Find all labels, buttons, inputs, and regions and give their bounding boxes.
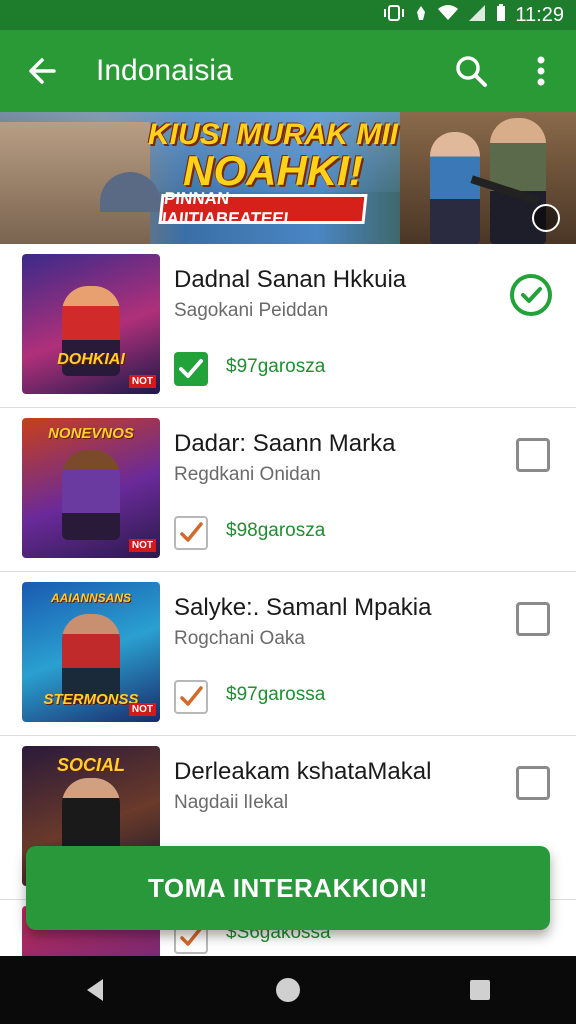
wifi-icon <box>437 4 459 27</box>
promo-banner[interactable]: KIUSI MURAK MII NOAHKI! PINNAN IAIITIABE… <box>0 112 576 244</box>
thumb-hot-badge: NOT <box>128 539 156 552</box>
item-thumbnail: NONEVNOS NOT <box>22 418 160 558</box>
system-nav-bar <box>0 956 576 1024</box>
thumb-caption: NONEVNOS <box>48 425 134 442</box>
check-icon <box>179 359 203 378</box>
banner-headline-line2: NOAHKI! <box>183 147 363 194</box>
back-button[interactable] <box>0 30 84 112</box>
thumb-caption: AAIANNSANS <box>50 591 131 605</box>
list-item[interactable]: AAIANNSANS STERMONSS NOT Salyke:. Samanl… <box>0 572 576 736</box>
battery-icon <box>495 3 507 27</box>
banner-headline: KIUSI MURAK MII NOAHKI! <box>148 120 398 192</box>
item-subtitle: Sagokani Peiddan <box>174 300 329 321</box>
more-vert-icon <box>537 56 545 86</box>
item-select-checkbox[interactable] <box>516 602 550 636</box>
arrow-back-icon <box>29 58 56 84</box>
page-title: Indonaisia <box>96 54 233 87</box>
vibrate-icon <box>383 4 405 27</box>
list-item[interactable]: NONEVNOS NOT Dadar: Saann Marka Regdkani… <box>0 408 576 572</box>
thumb-caption: SOCIAL <box>56 755 125 775</box>
nav-back-button[interactable] <box>66 960 126 1020</box>
banner-badge-icon <box>532 204 560 232</box>
overflow-menu-button[interactable] <box>506 30 576 112</box>
item-checkbox[interactable] <box>174 352 208 386</box>
thumb-caption: DOHKIAI <box>57 351 125 368</box>
item-subtitle: Rogchani Oaka <box>174 628 305 649</box>
check-circle-icon <box>521 287 542 303</box>
app-bar: Indonaisia <box>0 30 576 112</box>
primary-action-button[interactable]: TOMA INTERAKKION! <box>26 846 550 930</box>
item-subtitle: Regdkani Onidan <box>174 464 321 485</box>
status-icons <box>383 3 507 27</box>
banner-character-1 <box>430 132 480 244</box>
banner-tag: PINNAN IAIITIABEATEEL <box>158 189 368 228</box>
item-select-checkbox[interactable] <box>516 766 550 800</box>
alarm-icon <box>413 4 429 27</box>
circle-home-icon <box>276 978 300 1002</box>
item-checkbox[interactable] <box>174 516 208 550</box>
item-price: $97garosza <box>226 356 326 377</box>
nav-recents-button[interactable] <box>450 960 510 1020</box>
item-thumbnail: AAIANNSANS STERMONSS NOT <box>22 582 160 722</box>
search-button[interactable] <box>436 30 506 112</box>
item-select-toggle[interactable] <box>510 274 552 316</box>
item-name: Salyke:. Samanl Mpakia <box>174 594 432 621</box>
item-select-checkbox[interactable] <box>516 438 550 472</box>
item-name: Dadnal Sanan Hkkuia <box>174 266 407 293</box>
check-icon <box>180 686 203 706</box>
item-checkbox[interactable] <box>174 680 208 714</box>
thumb-hot-badge: NOT <box>128 703 156 716</box>
item-thumbnail: DOHKIAI NOT <box>22 254 160 394</box>
item-price: $97garossa <box>226 684 326 705</box>
search-icon <box>456 56 487 87</box>
item-name: Dadar: Saann Marka <box>174 430 396 457</box>
thumb-hot-badge: NOT <box>128 375 156 388</box>
triangle-back-icon <box>87 979 103 1001</box>
thumb-character <box>62 450 120 540</box>
status-time: 11:29 <box>515 3 564 26</box>
nav-home-button[interactable] <box>258 960 318 1020</box>
list-item[interactable]: DOHKIAI NOT Dadnal Sanan Hkkuia Sagokani… <box>0 244 576 408</box>
item-name: Derleakam kshataMakal <box>174 758 432 785</box>
square-recents-icon <box>470 980 490 1000</box>
item-subtitle: Nagdaii lIekal <box>174 792 289 813</box>
status-bar: 11:29 <box>0 0 576 30</box>
item-price: $98garosza <box>226 520 326 541</box>
check-icon <box>180 522 203 542</box>
banner-headline-line1: KIUSI MURAK MII <box>148 118 398 151</box>
signal-icon <box>467 4 487 27</box>
